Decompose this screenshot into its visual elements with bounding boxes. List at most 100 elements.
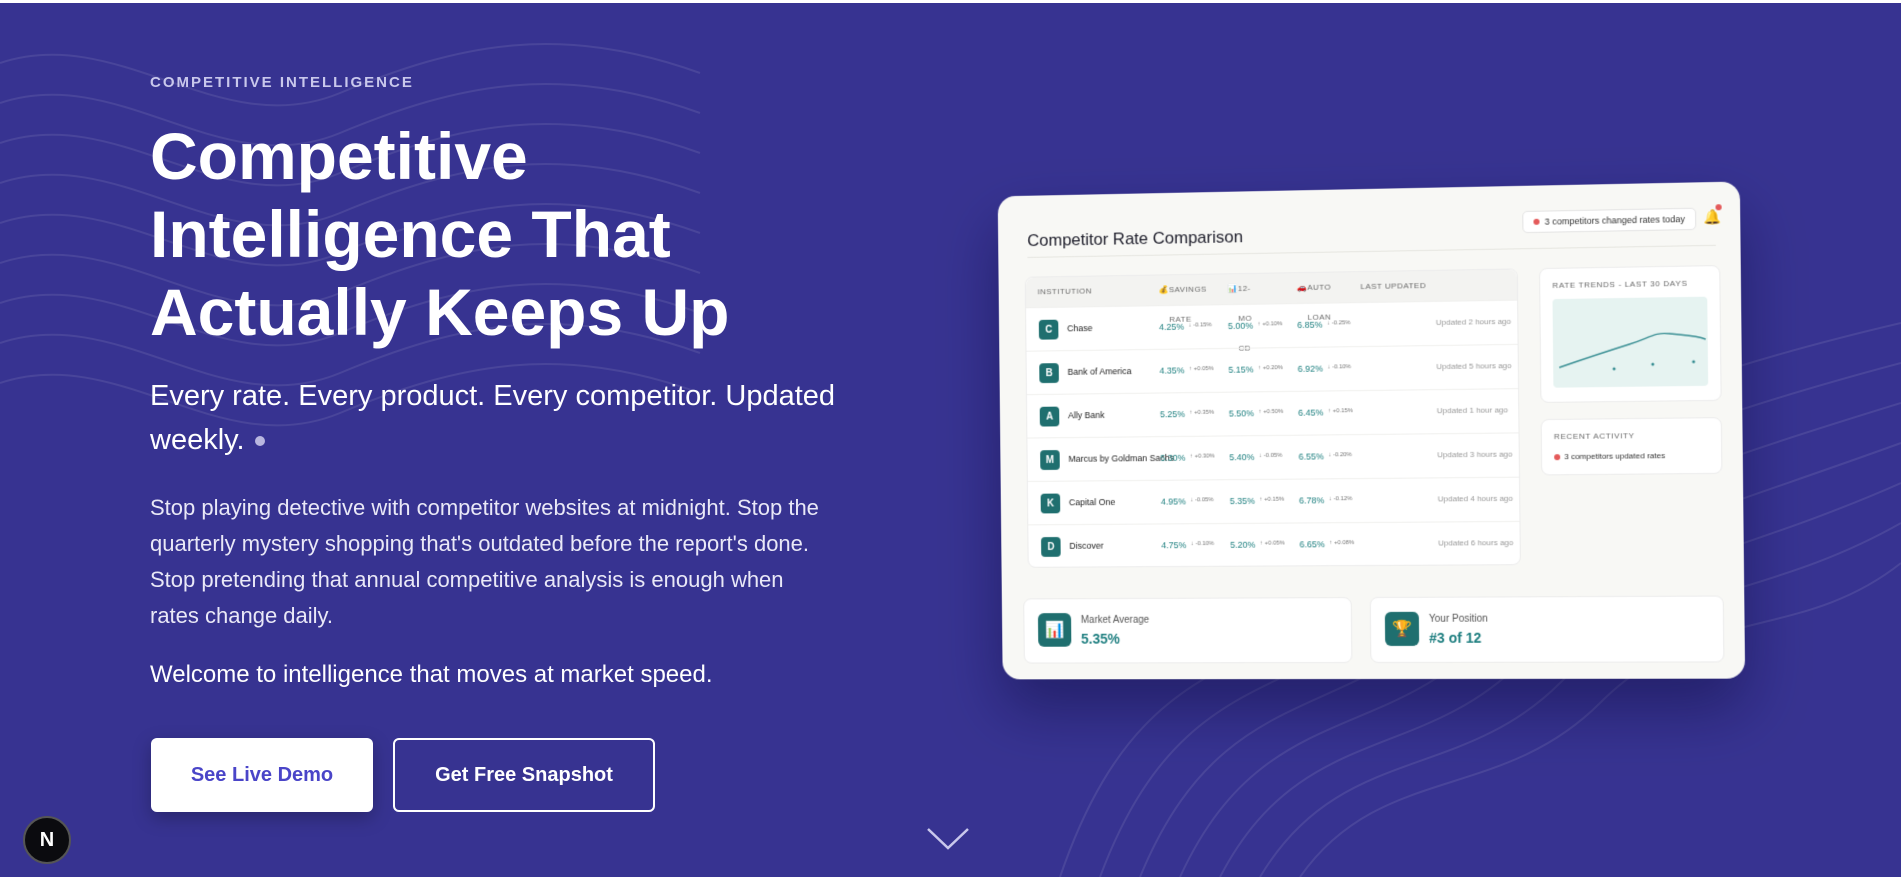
auto-loan-rate: 6.78% (1298, 495, 1325, 506)
savings-rate: 4.35% (1159, 365, 1185, 376)
cd-rate: 5.35% (1229, 495, 1256, 507)
auto-loan-change: ↓ -0.25% (1326, 320, 1351, 327)
recent-activity-title: RECENT ACTIVITY (1553, 431, 1635, 442)
col-savings: 💰 SAVINGS RATE (1158, 284, 1207, 324)
rate-trends-card: RATE TRENDS - LAST 30 DAYS (1539, 265, 1722, 403)
savings-change: ↑ +0.35% (1189, 409, 1215, 416)
cd-change: ↑ +0.05% (1259, 540, 1285, 547)
institution-name: Ally Bank (1067, 410, 1105, 421)
auto-loan-rate: 6.85% (1297, 319, 1323, 330)
savings-rate: 5.25% (1159, 409, 1186, 420)
auto-loan-rate: 6.92% (1297, 363, 1324, 374)
institution-avatar: D (1041, 537, 1061, 557)
table-row: C Chase 4.25% ↓ -0.15% 5.00% ↑ +0.10% 6.85% ↓ -… (1026, 299, 1518, 351)
recent-activity-card: RECENT ACTIVITY 3 competitors updated ra… (1540, 417, 1723, 476)
institution-avatar: K (1040, 493, 1061, 514)
bell-icon: 🔔 (1703, 208, 1722, 225)
page-headline: Competitive Intelligence That Actually K… (150, 117, 910, 351)
body-paragraph: Stop playing detective with competitor w… (150, 495, 819, 628)
typing-cursor-dot (254, 436, 265, 447)
cd-rate: 5.20% (1230, 539, 1256, 550)
rate-table: INSTITUTION 💰 SAVINGS RATE 📊 12-MO CD 🚗 … (1024, 268, 1521, 568)
savings-change: ↑ +0.30% (1189, 453, 1215, 460)
your-position-value: #3 of 12 (1429, 629, 1482, 646)
see-live-demo-button[interactable]: See Live Demo (151, 738, 373, 812)
savings-rate: 4.95% (1160, 496, 1186, 507)
table-row: B Bank of America 4.35% ↑ +0.05% 5.15% ↑ +0.2… (1026, 343, 1519, 395)
institution-name: Discover (1069, 540, 1104, 551)
table-row: D Discover 4.75% ↓ -0.10% 5.20% ↑ +0.05% 6.65%… (1028, 520, 1520, 568)
institution-name: Chase (1067, 323, 1093, 334)
auto-loan-change: ↑ +0.15% (1327, 408, 1354, 415)
headline-line-1: Competitive (150, 119, 528, 193)
last-updated: Updated 6 hours ago (1438, 538, 1514, 548)
table-row: A Ally Bank 5.25% ↑ +0.35% 5.50% ↑ +0.50% 6.45… (1026, 388, 1519, 438)
last-updated: Updated 3 hours ago (1437, 449, 1513, 460)
col-updated: LAST UPDATED (1360, 281, 1427, 292)
market-average-value: 5.35% (1080, 630, 1120, 647)
institution-avatar: B (1039, 363, 1059, 384)
dashboard-mockup: Competitor Rate Comparison 3 competitors… (997, 181, 1746, 680)
your-position-label: Your Position (1428, 613, 1488, 625)
mockup-title: Competitor Rate Comparison (1027, 227, 1244, 251)
cd-rate: 5.40% (1229, 452, 1255, 463)
market-average-label: Market Average (1080, 614, 1150, 626)
trophy-icon: 🏆 (1384, 611, 1420, 646)
savings-change: ↑ +0.05% (1188, 366, 1214, 373)
get-free-snapshot-button[interactable]: Get Free Snapshot (393, 738, 655, 812)
chevron-down-icon[interactable] (926, 826, 970, 852)
cd-rate: 5.15% (1228, 364, 1254, 375)
alert-text: 3 competitors changed rates today (1544, 213, 1686, 227)
rate-trend-chart (1552, 296, 1708, 388)
subheadline: Every rate. Every product. Every competi… (150, 374, 890, 462)
market-average-card: 📊 Market Average 5.35% (1023, 597, 1353, 664)
rate-trends-title: RATE TRENDS - LAST 30 DAYS (1552, 278, 1688, 291)
activity-item: 3 competitors updated rates (1564, 451, 1666, 462)
table-row: K Capital One 4.95% ↓ -0.05% 5.35% ↑ +0.15% 6.… (1027, 476, 1520, 525)
auto-loan-change: ↓ -0.20% (1328, 452, 1352, 459)
alert-dot-icon (1533, 218, 1540, 225)
institution-name: Capital One (1068, 497, 1116, 508)
savings-rate: 4.25% (1158, 321, 1185, 333)
institution-avatar: C (1038, 319, 1059, 340)
cd-change: ↓ -0.05% (1258, 452, 1283, 460)
closing-statement: Welcome to intelligence that moves at ma… (150, 661, 713, 688)
rate-change-alert: 3 competitors changed rates today (1522, 207, 1697, 234)
cd-rate: 5.00% (1227, 320, 1254, 332)
institution-name: Marcus by Goldman Sachs (1068, 452, 1175, 464)
auto-loan-rate: 6.65% (1299, 539, 1325, 550)
framework-badge-icon[interactable]: N (23, 816, 71, 864)
bar-chart-icon: 📊 (1037, 613, 1072, 647)
headline-line-2: Intelligence That (150, 197, 671, 271)
cd-rate: 5.50% (1228, 408, 1255, 419)
last-updated: Updated 1 hour ago (1436, 405, 1508, 416)
auto-loan-rate: 6.55% (1298, 451, 1324, 462)
savings-change: ↓ -0.15% (1188, 322, 1212, 329)
savings-rate: 4.75% (1161, 540, 1187, 551)
headline-line-3: Actually Keeps Up (150, 275, 730, 349)
last-updated: Updated 5 hours ago (1436, 361, 1512, 372)
auto-loan-rate: 6.45% (1298, 407, 1324, 418)
auto-loan-change: ↓ -0.12% (1328, 496, 1353, 503)
section-eyebrow: COMPETITIVE INTELLIGENCE (150, 74, 414, 91)
col-institution: INSTITUTION (1037, 286, 1092, 297)
col-auto: 🚗 AUTO LOAN (1296, 282, 1332, 322)
savings-change: ↓ -0.10% (1190, 540, 1215, 548)
savings-rate: 5.30% (1160, 452, 1186, 463)
col-cd: 📊 12-MO CD (1227, 283, 1252, 353)
your-position-card: 🏆 Your Position #3 of 12 (1369, 595, 1725, 664)
savings-change: ↓ -0.05% (1190, 497, 1214, 504)
institution-name: Bank of America (1067, 366, 1132, 377)
auto-loan-change: ↑ +0.08% (1329, 540, 1355, 547)
auto-loan-change: ↓ -0.10% (1327, 364, 1352, 371)
last-updated: Updated 4 hours ago (1437, 493, 1513, 504)
table-row: M Marcus by Goldman Sachs 5.30% ↑ +0.30% 5.4… (1027, 432, 1519, 481)
trend-line-graphic (1552, 297, 1708, 371)
cd-change: ↑ +0.10% (1257, 321, 1283, 328)
hero-section: COMPETITIVE INTELLIGENCE Competitive Int… (0, 3, 1901, 877)
activity-dot-icon (1554, 454, 1561, 461)
subheadline-text: Every rate. Every product. Every competi… (150, 380, 836, 456)
cd-change: ↑ +0.50% (1258, 408, 1284, 416)
institution-avatar: A (1039, 406, 1060, 427)
cd-change: ↑ +0.20% (1257, 365, 1283, 372)
